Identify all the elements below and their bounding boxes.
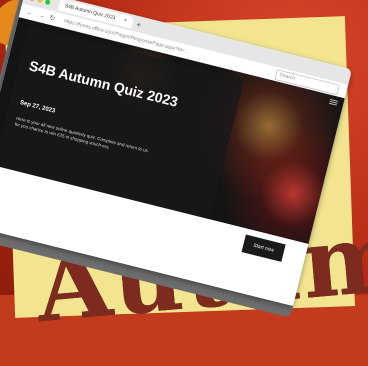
back-arrow-icon[interactable]: ← xyxy=(25,8,33,16)
close-tab-icon[interactable]: × xyxy=(123,18,128,25)
maximize-window-icon[interactable] xyxy=(44,0,51,5)
new-tab-icon[interactable]: + xyxy=(136,19,143,29)
reload-icon[interactable]: ↻ xyxy=(49,14,57,23)
start-now-button[interactable]: Start now xyxy=(241,234,286,262)
forward-arrow-icon[interactable]: → xyxy=(37,11,45,19)
close-window-icon[interactable] xyxy=(29,0,36,1)
search-placeholder: Search xyxy=(278,71,296,82)
minimize-window-icon[interactable] xyxy=(37,0,44,3)
